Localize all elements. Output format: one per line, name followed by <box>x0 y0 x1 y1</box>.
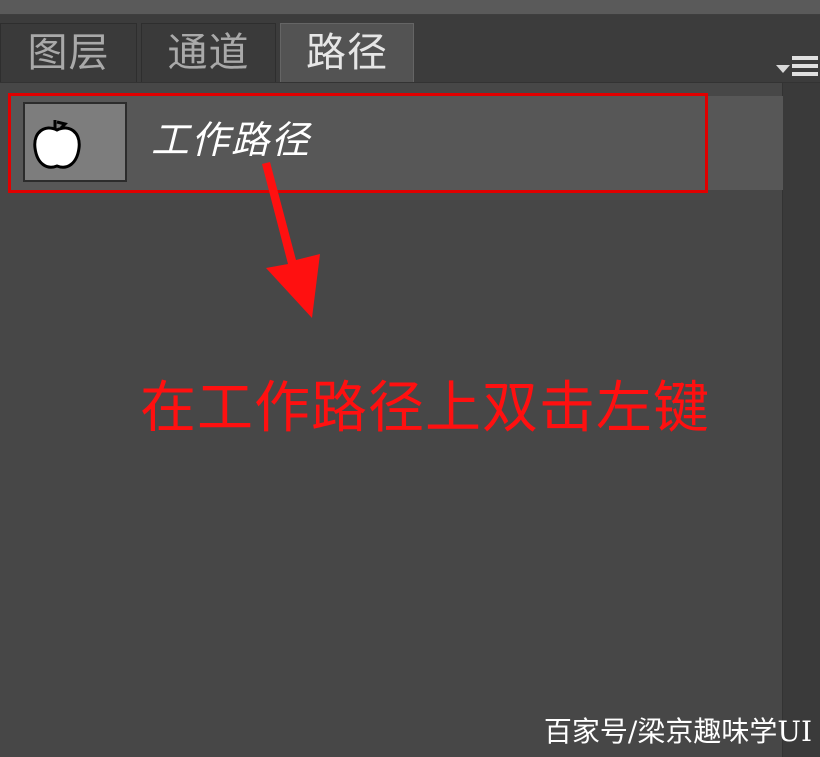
tab-channels[interactable]: 通道 <box>141 23 276 82</box>
panel-tab-bar: 图层 通道 路径 <box>0 15 820 83</box>
path-thumbnail <box>23 102 127 182</box>
instruction-text: 在工作路径上双击左键 <box>140 376 710 441</box>
down-arrow-icon <box>262 162 320 318</box>
panel-menu-button[interactable] <box>774 50 820 86</box>
tab-paths[interactable]: 路径 <box>280 23 414 82</box>
tab-layers[interactable]: 图层 <box>0 23 137 82</box>
path-row-work-path[interactable]: 工作路径 <box>8 93 708 193</box>
watermark: 百家号/梁京趣味学UI <box>543 715 812 748</box>
chevron-down-icon <box>776 65 790 73</box>
scrollbar[interactable] <box>782 83 820 757</box>
apple-shape-icon <box>33 120 81 169</box>
path-row-extension <box>708 96 783 190</box>
top-strip <box>0 0 820 15</box>
panel-menu-icon <box>792 56 818 80</box>
